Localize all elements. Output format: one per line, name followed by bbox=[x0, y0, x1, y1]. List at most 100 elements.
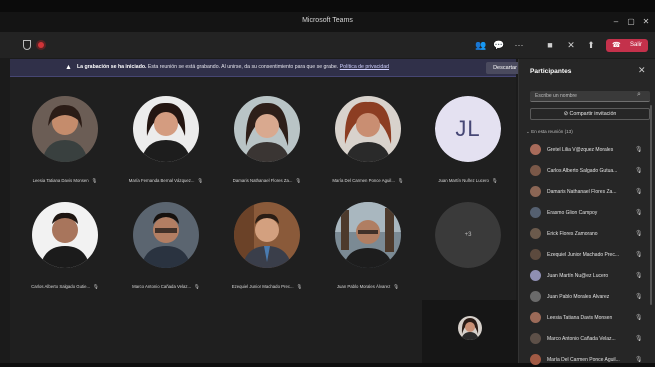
participant-name: Juan Pablo Morales Álvarez 🎙 bbox=[336, 284, 400, 289]
participant-row[interactable]: Juan Pablo Morales Álvarez 🎙 bbox=[530, 290, 653, 304]
participant-name: Carlos Alberto Salgado Gutie... 🎙 bbox=[31, 284, 99, 289]
participant-avatar bbox=[530, 312, 541, 323]
window-title: Microsoft Teams bbox=[302, 17, 353, 24]
privacy-link[interactable]: Política de privacidad bbox=[340, 64, 389, 70]
section-header[interactable]: ⌄ En esta reunión (13) bbox=[526, 129, 573, 135]
leave-button[interactable]: ☎ Salir bbox=[606, 39, 648, 52]
overflow-avatar: +3 bbox=[435, 202, 501, 268]
participant-row[interactable]: Juan Martín Nu@ez Lucero 🎙 bbox=[530, 269, 653, 283]
leave-label: Salir bbox=[629, 42, 642, 48]
mic-off-icon: 🎙 bbox=[635, 273, 643, 279]
camera-off-icon[interactable]: ■ bbox=[543, 38, 557, 52]
participant-name: Gretel Lilia V@zquez Morales bbox=[547, 147, 614, 153]
close-panel-icon[interactable]: ✕ bbox=[638, 65, 646, 76]
mic-off-icon: 🎙 bbox=[635, 168, 643, 174]
top-margin bbox=[0, 0, 655, 12]
overflow-count: +3 bbox=[435, 202, 501, 268]
avatar bbox=[335, 96, 401, 162]
participant-tile[interactable]: Marco Antonio Cañada Velaz... 🎙 bbox=[131, 192, 201, 289]
participant-name: Juan Martín Nu@ez Lucero bbox=[547, 273, 609, 279]
participant-name: Leesia Tatiana Davis Monsen bbox=[547, 315, 613, 321]
participant-row[interactable]: María Del Carmen Ponce Aguil... 🎙 bbox=[530, 353, 653, 367]
participant-name: María Del Carmen Ponce Aguil... bbox=[547, 357, 620, 363]
participant-name: Marco Antonio Cañada Velaz... bbox=[547, 336, 616, 342]
participant-avatar bbox=[530, 186, 541, 197]
minimize-icon[interactable]: – bbox=[610, 16, 622, 28]
mic-off-icon: 🎙 bbox=[635, 210, 643, 216]
avatar: JL bbox=[435, 96, 501, 162]
share-invite-button[interactable]: ⊘ Compartir invitación bbox=[530, 108, 650, 120]
mic-off-icon: 🎙 bbox=[635, 147, 643, 153]
search-icon: ⌕ bbox=[637, 91, 641, 98]
participant-tile[interactable]: Ezequiel Junior Machado Prec... 🎙 bbox=[232, 192, 302, 289]
mic-off-icon: 🎙 bbox=[635, 231, 643, 237]
avatar bbox=[234, 202, 300, 268]
mic-off-icon: 🎙 bbox=[635, 315, 643, 321]
participant-name: Damaris Nathanael Flores Za... bbox=[547, 189, 617, 195]
participant-avatar bbox=[530, 165, 541, 176]
participant-row[interactable]: Marco Antonio Cañada Velaz... 🎙 bbox=[530, 332, 653, 346]
participant-row[interactable]: Leesia Tatiana Davis Monsen 🎙 bbox=[530, 311, 653, 325]
participant-tile[interactable]: JL Juan Martín Nuñez Lucero 🎙 bbox=[433, 86, 503, 183]
participant-tile[interactable]: Juan Pablo Morales Álvarez 🎙 bbox=[333, 192, 403, 289]
avatar bbox=[32, 202, 98, 268]
avatar bbox=[133, 202, 199, 268]
participant-avatar bbox=[530, 354, 541, 365]
participant-row[interactable]: Erasmo Glion Campoy 🎙 bbox=[530, 206, 653, 220]
avatar bbox=[234, 96, 300, 162]
participant-row[interactable]: Erick Flores Zamorano 🎙 bbox=[530, 227, 653, 241]
share-invite-label: Compartir invitación bbox=[569, 111, 617, 117]
alert-icon: ▲ bbox=[65, 64, 72, 71]
participant-tile[interactable]: Carlos Alberto Salgado Gutie... 🎙 bbox=[30, 192, 100, 289]
share-screen-icon[interactable]: ⬆ bbox=[584, 38, 598, 52]
participant-tile[interactable]: María Del Carmen Ponce Aguil... 🎙 bbox=[332, 86, 404, 183]
participant-name: Leesia Tatiana Davis Monsen 🎙 bbox=[32, 178, 98, 183]
mic-off-icon: 🎙 bbox=[635, 189, 643, 195]
avatar bbox=[335, 202, 401, 268]
mic-off-icon[interactable]: ✕ bbox=[564, 38, 578, 52]
self-view[interactable] bbox=[422, 300, 518, 363]
participants-icon[interactable]: 👥 bbox=[474, 38, 488, 52]
participant-name: Ezequiel Junior Machado Prec... 🎙 bbox=[231, 284, 303, 289]
panel-title: Participantes bbox=[530, 68, 572, 75]
recording-icon bbox=[38, 42, 44, 48]
participant-row[interactable]: Gretel Lilia V@zquez Morales 🎙 bbox=[530, 143, 653, 157]
participants-panel: Participantes ✕ Escribe un nombre ⌕ ⊘ Co… bbox=[518, 59, 655, 365]
chat-icon[interactable]: 💬 bbox=[492, 38, 506, 52]
mic-off-icon: 🎙 bbox=[635, 357, 643, 363]
meeting-toolbar: 👥 💬 ··· ■ ✕ ⬆ ☎ Salir bbox=[0, 32, 655, 58]
self-avatar bbox=[458, 316, 482, 340]
participant-row[interactable]: Damaris Nathanael Flores Za... 🎙 bbox=[530, 185, 653, 199]
recording-banner: ▲ La grabación se ha iniciado. Esta reun… bbox=[10, 59, 524, 77]
participant-name: Erick Flores Zamorano bbox=[547, 231, 598, 237]
participant-avatar bbox=[530, 291, 541, 302]
panel-scrollbar[interactable] bbox=[650, 105, 652, 305]
banner-body: Esta reunión se está grabando. Al unirse… bbox=[146, 64, 339, 70]
close-window-icon[interactable]: ✕ bbox=[640, 16, 652, 28]
participant-row[interactable]: Carlos Alberto Salgado Gutua... 🎙 bbox=[530, 164, 653, 178]
banner-bold: La grabación se ha iniciado. bbox=[77, 64, 147, 70]
avatar bbox=[32, 96, 98, 162]
participant-tile[interactable]: Damaris Nathanael Flores Za... 🎙 bbox=[232, 86, 302, 183]
participant-name: Damaris Nathanael Flores Za... 🎙 bbox=[232, 178, 302, 183]
participant-name: María Fernanda Bernal Vázquez... 🎙 bbox=[128, 178, 204, 183]
overflow-tile[interactable]: +3 bbox=[433, 192, 503, 282]
participant-name: Carlos Alberto Salgado Gutua... bbox=[547, 168, 618, 174]
participant-name: Marco Antonio Cañada Velaz... 🎙 bbox=[132, 284, 200, 289]
participant-row[interactable]: Ezequiel Junior Machado Prec... 🎙 bbox=[530, 248, 653, 262]
participant-name: María Del Carmen Ponce Aguil... 🎙 bbox=[332, 178, 404, 183]
maximize-icon[interactable]: ▢ bbox=[625, 16, 637, 28]
more-options-icon[interactable]: ··· bbox=[512, 38, 526, 52]
avatar bbox=[133, 96, 199, 162]
participant-tile[interactable]: María Fernanda Bernal Vázquez... 🎙 bbox=[129, 86, 203, 183]
participant-search-input[interactable]: Escribe un nombre ⌕ bbox=[530, 91, 650, 102]
mic-off-icon: 🎙 bbox=[635, 252, 643, 258]
teams-window: Microsoft Teams – ▢ ✕ 👥 💬 ··· ■ ✕ ⬆ ☎ Sa… bbox=[0, 0, 655, 365]
participant-name: Juan Pablo Morales Álvarez bbox=[547, 294, 610, 300]
shield-icon bbox=[23, 40, 31, 50]
mic-off-icon: 🎙 bbox=[635, 336, 643, 342]
participant-tile[interactable]: Leesia Tatiana Davis Monsen 🎙 bbox=[30, 86, 100, 183]
mic-off-icon: 🎙 bbox=[635, 294, 643, 300]
participant-avatar bbox=[530, 228, 541, 239]
participant-avatar bbox=[530, 249, 541, 260]
